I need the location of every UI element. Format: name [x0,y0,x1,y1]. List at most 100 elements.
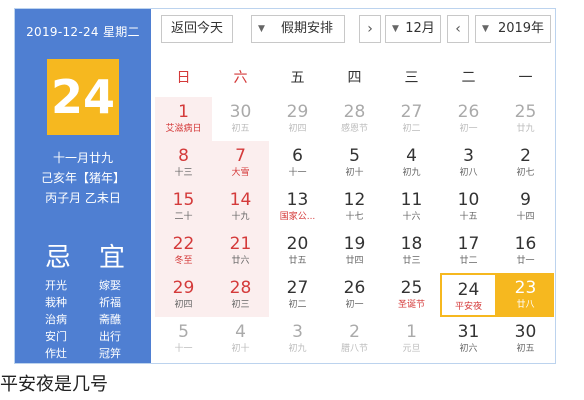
today-button-label: 返回今天 [170,21,223,36]
selected-date-line: 2019-12-24 星期二 [26,25,140,39]
day-lunar-label: 感恩节 [340,124,368,134]
day-cell[interactable]: 30 初五 [212,97,269,141]
day-cell[interactable]: 23 廿八 [497,273,554,317]
day-cell[interactable]: 27 初二 [383,97,440,141]
day-cell[interactable]: 25 圣诞节 [383,273,440,317]
day-number: 29 [286,102,309,122]
day-number: 15 [172,190,195,210]
day-lunar-label: 初二 [288,300,307,310]
day-cell[interactable]: 21 廿六 [212,229,269,273]
day-cell[interactable]: 3 初九 [269,317,326,361]
day-cell[interactable]: 2 初七 [497,141,554,185]
day-number: 13 [286,190,309,210]
day-cell[interactable]: 1 艾滋病日 [155,97,212,141]
day-lunar-label: 廿四 [345,256,364,266]
yi-item: 嫁娶 [99,279,121,292]
day-number: 5 [349,146,360,166]
ganzhi-month-day: 丙子月 乙未日 [45,191,121,205]
day-number: 4 [406,146,417,166]
day-cell[interactable]: 22 冬至 [155,229,212,273]
day-lunar-label: 廿六 [231,256,250,266]
day-lunar-label: 十七 [345,212,364,222]
day-cell[interactable]: 9 十四 [497,185,554,229]
day-lunar-label: 十六 [402,212,421,222]
toolbar: 返回今天 ▼ 假期安排 › ▼ 12月 ‹ ▼ 2019年 [155,15,555,45]
holiday-select[interactable]: ▼ 假期安排 [251,15,345,43]
big-day-number: 24 [47,59,119,135]
day-number: 5 [178,322,189,342]
day-lunar-label: 十九 [231,212,250,222]
day-cell[interactable]: 13 国家公... [269,185,326,229]
calendar-grid: 1 艾滋病日 30 初五 29 初四 28 感恩节 27 初二 26 初一 25 廿九 8 十三 7 大雪 6 十一 5… [155,97,555,363]
day-cell[interactable]: 15 二十 [155,185,212,229]
day-number: 23 [514,278,537,298]
next-month-button[interactable]: › [359,15,381,43]
day-cell[interactable]: 11 十六 [383,185,440,229]
holiday-select-label: 假期安排 [280,21,333,36]
day-cell[interactable]: 20 廿五 [269,229,326,273]
day-cell[interactable]: 18 廿三 [383,229,440,273]
weekday-label: 三 [404,70,419,86]
today-button[interactable]: 返回今天 [161,15,233,43]
day-cell[interactable]: 5 初十 [326,141,383,185]
day-number: 3 [292,322,303,342]
day-lunar-label: 初一 [345,300,364,310]
day-cell[interactable]: 26 初一 [326,273,383,317]
day-cell[interactable]: 1 元旦 [383,317,440,361]
day-number: 20 [286,234,309,254]
day-cell[interactable]: 14 十九 [212,185,269,229]
day-cell[interactable]: 31 初六 [440,317,497,361]
day-number: 30 [229,102,252,122]
day-cell[interactable]: 10 十五 [440,185,497,229]
day-cell[interactable]: 16 廿一 [497,229,554,273]
day-number: 21 [229,234,252,254]
day-cell[interactable]: 3 初八 [440,141,497,185]
prev-month-button[interactable]: ‹ [447,15,469,43]
day-cell[interactable]: 8 十三 [155,141,212,185]
yi-label: 宜 [99,243,126,273]
day-cell[interactable]: 17 廿二 [440,229,497,273]
day-number: 28 [343,102,366,122]
day-number: 1 [178,102,189,122]
day-lunar-label: 十一 [174,344,193,354]
yi-list: 嫁娶 祈福 斋醮 出行 冠笄 [91,277,129,362]
day-cell[interactable]: 24 平安夜 [440,273,497,317]
yi-item: 斋醮 [99,313,121,326]
day-cell[interactable]: 28 初三 [212,273,269,317]
day-cell[interactable]: 29 初四 [155,273,212,317]
day-cell[interactable]: 30 初五 [497,317,554,361]
day-cell[interactable]: 25 廿九 [497,97,554,141]
day-cell[interactable]: 2 腊八节 [326,317,383,361]
yi-item: 出行 [99,330,121,343]
weekday-label: 四 [347,70,362,86]
day-lunar-label: 初九 [402,168,421,178]
day-lunar-label: 二十 [174,212,193,222]
ji-item: 栽种 [45,296,67,309]
day-number: 1 [406,322,417,342]
day-lunar-label: 廿二 [459,256,478,266]
day-number: 10 [457,190,480,210]
yi-ji-section: 忌 宜 开光 栽种 治病 安门 作灶 嫁娶 祈福 斋醮 出行 冠笄 [15,237,151,363]
day-cell[interactable]: 5 十一 [155,317,212,361]
day-number: 18 [400,234,423,254]
day-cell[interactable]: 29 初四 [269,97,326,141]
day-number: 17 [457,234,480,254]
day-cell[interactable]: 28 感恩节 [326,97,383,141]
day-cell[interactable]: 26 初一 [440,97,497,141]
day-cell[interactable]: 19 廿四 [326,229,383,273]
day-cell[interactable]: 12 十七 [326,185,383,229]
day-cell[interactable]: 27 初二 [269,273,326,317]
day-number: 3 [463,146,474,166]
day-number: 24 [457,280,480,300]
weekday-header: 日 六 五 四 三 二 一 [155,67,555,93]
day-cell[interactable]: 6 十一 [269,141,326,185]
day-cell[interactable]: 4 初十 [212,317,269,361]
weekday-label: 日 [176,70,191,86]
day-cell[interactable]: 4 初九 [383,141,440,185]
day-lunar-label: 初一 [459,124,478,134]
day-number: 6 [292,146,303,166]
year-select[interactable]: ▼ 2019年 [475,15,551,43]
day-lunar-label: 初五 [516,344,535,354]
day-cell[interactable]: 7 大雪 [212,141,269,185]
month-select[interactable]: ▼ 12月 [385,15,441,43]
